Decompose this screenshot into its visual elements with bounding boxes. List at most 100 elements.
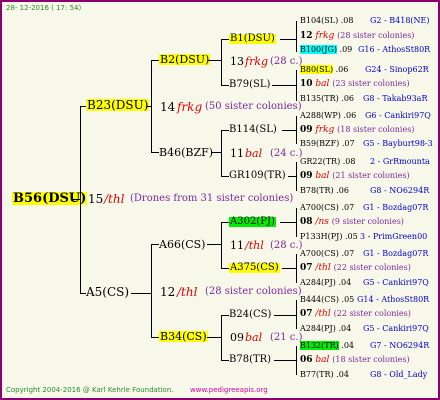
gen3-a302-stub (221, 222, 229, 223)
gen4-queen-6[interactable]: B59(BZF) .07 (300, 140, 355, 148)
gen4-queen-2[interactable]: B100(JG) .09 (300, 45, 353, 54)
gen3-b114-stub (221, 130, 229, 131)
gen4-val: .06 (336, 186, 349, 195)
gen3-queen-b1[interactable]: B1(DSU) (229, 34, 276, 44)
gen4-id: B78(TR) (300, 186, 334, 195)
gen4-queen-10[interactable]: P133H(PJ) .05 (300, 233, 358, 241)
gen4-mating-sisters: (18 sister colonies) (337, 125, 415, 134)
gen4-link-1[interactable]: G2 - B418(NE) (370, 17, 430, 25)
gen4-val: .08 (342, 157, 356, 166)
gen4-queen-15[interactable]: B132(TR) .04 (300, 341, 354, 350)
gen2-queen-b2[interactable]: B2(DSU) (159, 54, 211, 65)
gen3-queen-b79[interactable]: B79(SL) (229, 80, 270, 90)
gen4-mating-1: 12 frkg (28 sister colonies) (300, 32, 414, 41)
gen4-mating-num: 09 (300, 125, 313, 135)
gen3-queen-a375[interactable]: A375(CS) (229, 263, 280, 273)
gen4-queen-12[interactable]: A284(PJ) .04 (300, 279, 351, 287)
gen4-link-16[interactable]: G8 - Old_Lady (370, 371, 427, 379)
gen4-link-3[interactable]: G24 - Sinop62R (365, 66, 429, 74)
gen2-a66-mating-num: 11 (230, 239, 244, 252)
gen4-mating-num: 07 (300, 263, 313, 273)
gen2-b46-h (212, 152, 222, 153)
gen4-mating-num: 09 (300, 171, 313, 181)
gen4-mating-3: 09 frkg (18 sister colonies) (300, 126, 414, 135)
gen4-id: A700(CS) (300, 203, 339, 212)
gen4-link-7[interactable]: 2 - GrRmounta (370, 158, 430, 166)
gen4-val: .06 (341, 94, 355, 103)
gen2-b46-stub (151, 152, 159, 153)
gen4-queen-8[interactable]: B78(TR) .06 (300, 187, 349, 195)
footer-copyright: Copyright 2004-2016 @ Karl Kehrle Founda… (6, 386, 174, 394)
gen4-link-6[interactable]: G5 - Bayburt98-3 (363, 140, 433, 148)
gen4-link-13[interactable]: G14 - AthosSt80R (357, 296, 429, 304)
gen4-mating-4: 09 bal (21 sister colonies) (300, 172, 410, 181)
gen4-val: .04 (338, 324, 352, 333)
gen4-queen-14[interactable]: A284(PJ) .04 (300, 325, 351, 333)
gen4-id: B100(JG) (300, 45, 337, 54)
gen4-mating-sisters: (22 sister colonies) (333, 309, 411, 318)
gen4-id: P133H(PJ) (300, 232, 343, 241)
gen2-b34-stub (151, 337, 159, 338)
gen4-link-8[interactable]: G8 - NO6294R (370, 187, 429, 195)
footer-site-link[interactable]: www.pedigreeapis.org (190, 387, 268, 394)
gen4-queen-9[interactable]: A700(CS) .07 (300, 204, 354, 212)
gen2-b46-mating-code: bal (245, 147, 263, 160)
gen3-b78-h (274, 360, 297, 361)
gen4-link-5[interactable]: G6 - Cankiri97Q (365, 112, 431, 120)
gen3-a302-h (280, 222, 297, 223)
gen4-mating-num: 10 (300, 79, 313, 89)
gen4-val: .09 (339, 45, 353, 54)
gen2-b2-mating-num: 13 (230, 55, 244, 68)
gen4-queen-13[interactable]: B444(CS) .05 (300, 296, 354, 304)
gen4-queen-7[interactable]: GR22(TR) .08 (300, 158, 355, 166)
gen4-mating-7: 07 /thl (22 sister colonies) (300, 310, 411, 319)
gen4-link-4[interactable]: G8 - Takab93aR (363, 95, 427, 103)
gen3-queen-b78[interactable]: B78(TR) (229, 355, 271, 365)
gen2-queen-b34[interactable]: B34(CS) (159, 331, 208, 342)
gen4-queen-5[interactable]: A288(WP) .06 (300, 112, 356, 120)
gen4-link-14[interactable]: G5 - Cankiri97Q (363, 325, 429, 333)
gen2-a66-connector (221, 222, 222, 269)
gen4-mating-code: /thl (315, 263, 331, 273)
gen4-queen-16[interactable]: B77(TR) .04 (300, 371, 349, 379)
gen4-link-2[interactable]: G16 - AthosSt80R (358, 46, 430, 54)
gen4-link-12[interactable]: G5 - Cankiri97Q (363, 279, 429, 287)
gen2-b34-connector (221, 315, 222, 361)
gen4-val: .04 (338, 278, 352, 287)
gen2-b2-sisters: (28 c.) (270, 56, 303, 67)
gen4-mating-code: bal (315, 355, 330, 365)
gen4-queen-4[interactable]: B135(TR) .06 (300, 95, 354, 103)
gen4-val: .04 (336, 370, 349, 379)
gen2-b46-mating-num: 11 (230, 147, 244, 160)
gen2-b2-stub (151, 60, 159, 61)
gen4-link-10[interactable]: 3 - PrimGreen00 (360, 233, 427, 241)
root-drones: (Drones from 31 sister colonies) (130, 193, 294, 204)
gen4-val: .05 (341, 295, 355, 304)
gen3-queen-gr109[interactable]: GR109(TR) (229, 171, 286, 181)
gen4-link-11[interactable]: G1 - Bozdag07R (363, 250, 428, 258)
gen4-mating-num: 07 (300, 309, 313, 319)
gen4-queen-11[interactable]: A700(CS) .07 (300, 250, 354, 258)
gen4-mating-code: frkg (315, 125, 335, 135)
gen2-a66-stub (151, 244, 159, 245)
gen2-b34-sisters: (21 c.) (270, 332, 303, 343)
gen4-queen-1[interactable]: B104(SL) .08 (300, 17, 353, 25)
gen4-queen-3[interactable]: B80(SL) .06 (300, 65, 348, 74)
gen2-queen-a66[interactable]: A66(CS) (159, 239, 205, 250)
gen3-b79-stub (221, 85, 229, 86)
gen4-id: A288(WP) (300, 111, 341, 120)
gen2-queen-b46[interactable]: B46(BZF) (159, 147, 213, 158)
root-connector-vertical (80, 106, 81, 294)
gen3-queen-b114[interactable]: B114(SL) (229, 125, 277, 135)
gen3-queen-a302[interactable]: A302(PJ) (229, 217, 276, 227)
gen1-queen-b23[interactable]: B23(DSU) (86, 99, 150, 111)
gen1-queen-a5[interactable]: A5(CS) (86, 286, 129, 298)
gen2-b34-mating-num: 09 (230, 331, 244, 344)
root-connector-horizontal (72, 199, 81, 200)
gen4-mating-8: 06 bal (18 sister colonies) (300, 356, 410, 365)
gen4-link-9[interactable]: G1 - Bozdag07R (363, 204, 428, 212)
gen4-mating-sisters: (21 sister colonies) (332, 171, 410, 180)
gen3-b114-h (282, 130, 297, 131)
gen3-queen-b24[interactable]: B24(CS) (229, 310, 271, 320)
gen4-link-15[interactable]: G7 - NO6294R (370, 342, 429, 350)
